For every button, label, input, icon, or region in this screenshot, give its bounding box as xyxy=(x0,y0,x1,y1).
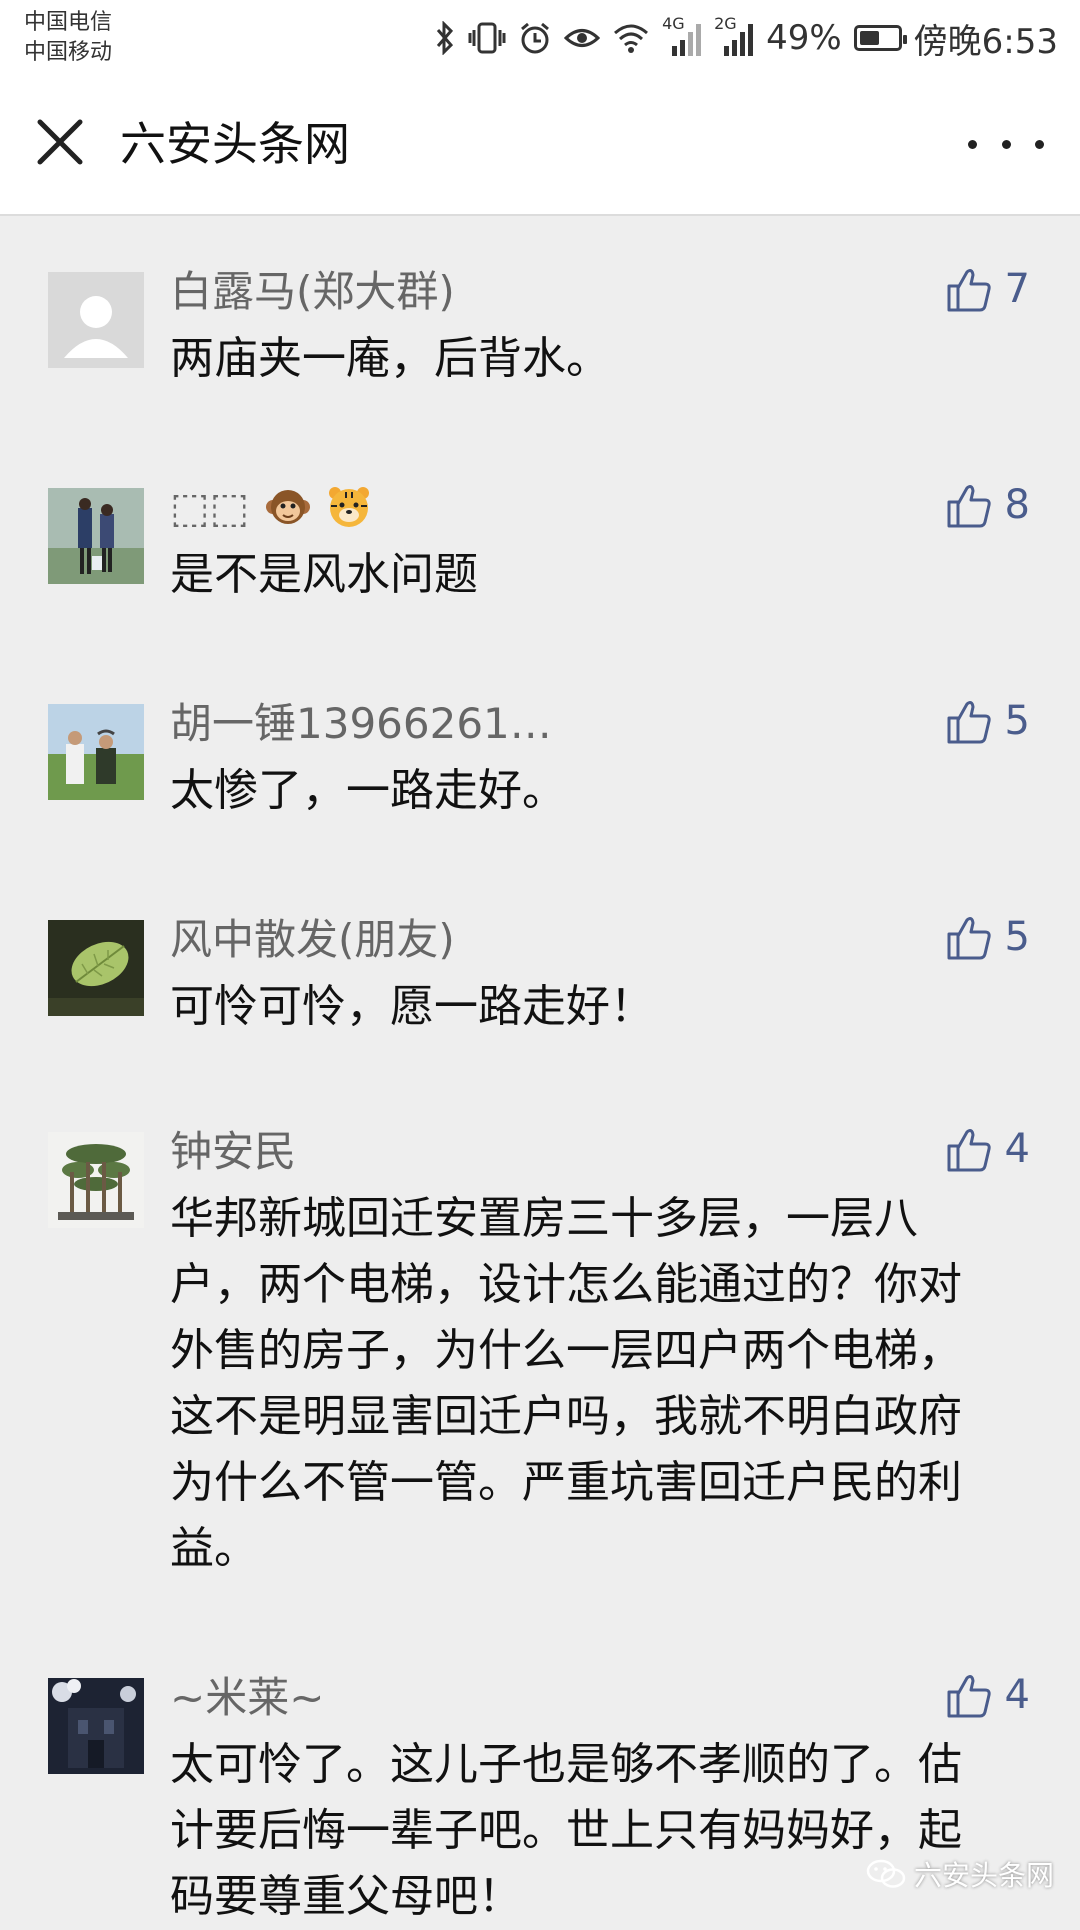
thumbs-up-icon xyxy=(947,701,991,744)
eye-icon xyxy=(564,29,601,47)
comment-nickname: 胡一锤13966261… xyxy=(170,699,552,748)
like-count: 8 xyxy=(1004,482,1030,528)
close-button[interactable] xyxy=(28,110,92,174)
nickname-text: ⬚⬚ xyxy=(170,483,250,532)
like-count: 5 xyxy=(1004,914,1030,960)
vibrate-icon xyxy=(468,22,506,54)
bluetooth-icon xyxy=(436,21,454,55)
close-icon xyxy=(37,119,83,165)
comment-nickname: 风中散发(朋友) xyxy=(170,915,455,964)
more-icon-dot xyxy=(1001,139,1011,149)
thumbs-up-icon xyxy=(947,485,991,528)
avatar[interactable] xyxy=(48,1678,144,1774)
tiger-emoji-icon xyxy=(326,484,372,530)
carrier-1: 中国电信 xyxy=(24,10,113,35)
watermark: 六安头条网 xyxy=(866,1854,1054,1894)
comment-nickname: ~米莱~ xyxy=(170,1673,325,1722)
like-button[interactable]: 8 xyxy=(945,480,1030,530)
comment-text: 可怜可怜，愿一路走好！ xyxy=(170,981,654,1032)
like-count: 7 xyxy=(1004,266,1030,312)
comment-text: 两庙夹一庵，后背水。 xyxy=(170,333,610,384)
comment-nickname: 钟安民 xyxy=(170,1127,297,1176)
title-bar: 六安头条网 xyxy=(0,74,1080,216)
comment-item: 胡一锤13966261… 太惨了，一路走好。 5 xyxy=(0,696,1080,824)
wechat-icon xyxy=(866,1859,906,1888)
page-title: 六安头条网 xyxy=(120,117,350,171)
comment-item: 白露马(郑大群) 两庙夹一庵，后背水。 7 xyxy=(0,264,1080,392)
night-building-photo-icon xyxy=(48,1678,144,1774)
comment-nickname: ⬚⬚ xyxy=(170,480,970,536)
like-count: 4 xyxy=(1004,1672,1030,1718)
carrier-info: 中国电信 中国移动 xyxy=(24,8,112,68)
comment-nickname: 白露马(郑大群) xyxy=(170,267,455,316)
thumbs-up-icon xyxy=(947,269,991,312)
battery-percent: 49% xyxy=(766,18,842,58)
comment-text: 太惨了，一路走好。 xyxy=(170,765,566,816)
status-icons: 4G 2G 49% 傍晚6:53 xyxy=(434,14,1058,62)
avatar[interactable] xyxy=(48,920,144,1016)
avatar[interactable] xyxy=(48,272,144,368)
couple-photo-icon xyxy=(48,488,144,584)
battery-icon xyxy=(853,25,907,51)
like-button[interactable]: 4 xyxy=(945,1124,1030,1174)
field-photo-icon xyxy=(48,704,144,800)
alarm-icon xyxy=(521,22,550,54)
bonsai-photo-icon xyxy=(48,1132,144,1228)
comment-item: ⬚⬚ 是不是风水问题 8 xyxy=(0,480,1080,608)
signal-1-icon: 4G xyxy=(662,14,702,58)
carrier-2: 中国移动 xyxy=(24,40,113,65)
like-button[interactable]: 5 xyxy=(945,696,1030,746)
comment-text: 太可怜了。这儿子也是够不孝顺的了。估计要后悔一辈子吧。世上只有妈妈好，起码要尊重… xyxy=(170,1739,962,1922)
like-button[interactable]: 7 xyxy=(945,264,1030,314)
leaf-photo-icon xyxy=(48,920,144,1016)
like-count: 4 xyxy=(1004,1126,1030,1172)
more-icon-dot xyxy=(1035,139,1044,149)
thumbs-up-icon xyxy=(947,917,991,960)
wifi-icon xyxy=(614,24,649,53)
more-button[interactable] xyxy=(968,114,1044,174)
default-avatar-icon xyxy=(48,272,144,368)
avatar[interactable] xyxy=(48,1132,144,1228)
like-button[interactable]: 5 xyxy=(945,912,1030,962)
comment-text: 华邦新城回迁安置房三十多层，一层八户，两个电梯，设计怎么能通过的？你对外售的房子… xyxy=(170,1193,962,1574)
monkey-emoji-icon xyxy=(265,484,311,530)
watermark-text: 六安头条网 xyxy=(913,1859,1054,1892)
comment-text: 是不是风水问题 xyxy=(170,549,478,600)
clock: 傍晚6:53 xyxy=(913,21,1058,62)
thumbs-up-icon xyxy=(947,1675,991,1718)
thumbs-up-icon xyxy=(947,1129,991,1172)
more-icon xyxy=(968,139,977,149)
avatar[interactable] xyxy=(48,704,144,800)
avatar[interactable] xyxy=(48,488,144,584)
comment-item: 钟安民 华邦新城回迁安置房三十多层，一层八户，两个电梯，设计怎么能通过的？你对外… xyxy=(0,1124,1080,1582)
comment-item: 风中散发(朋友) 可怜可怜，愿一路走好！ 5 xyxy=(0,912,1080,1040)
signal-2-icon: 2G xyxy=(714,14,754,58)
like-count: 5 xyxy=(1004,698,1030,744)
status-bar: 中国电信 中国移动 4G 2G 49% 傍晚6:53 xyxy=(0,0,1080,74)
like-button[interactable]: 4 xyxy=(945,1670,1030,1720)
